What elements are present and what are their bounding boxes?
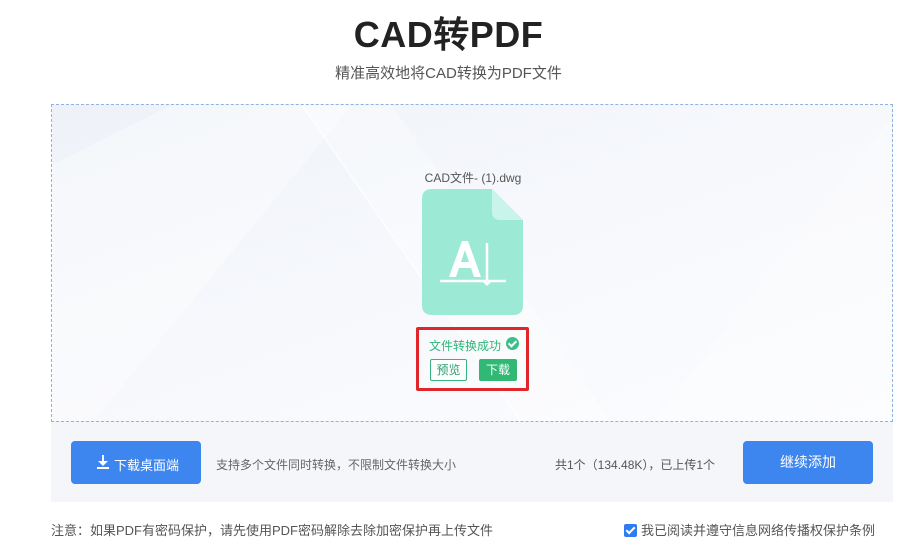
password-notice: 注意：如果PDF有密码保护，请先使用PDF密码解除去除加密保护再上传文件: [51, 523, 494, 538]
download-icon: [97, 455, 109, 469]
continue-adding-button[interactable]: 继续添加: [743, 441, 873, 484]
success-check-icon: [506, 337, 519, 350]
upload-summary: 共1个（134.48K），已上传1个: [555, 458, 716, 472]
agreement-checkbox[interactable]: [624, 524, 637, 537]
preview-button[interactable]: 预览: [430, 359, 467, 381]
agreement-label[interactable]: 我已阅读并遵守信息网络传播权保护条例: [641, 523, 875, 538]
download-desktop-button[interactable]: 下载桌面端: [71, 441, 201, 484]
agreement[interactable]: 我已阅读并遵守信息网络传播权保护条例: [624, 520, 875, 539]
download-button[interactable]: 下载: [479, 359, 517, 381]
action-bar: 下载桌面端 支持多个文件同时转换，不限制文件转换大小 共1个（134.48K），…: [51, 422, 893, 502]
cad-file-icon: [422, 189, 523, 315]
page-title: CAD转PDF: [353, 14, 544, 55]
upload-drop-zone[interactable]: CAD文件- (1).dwg 文件转换成功 预览 下载: [51, 104, 893, 422]
download-desktop-label: 下载桌面端: [114, 458, 180, 473]
file-name: CAD文件- (1).dwg: [424, 171, 522, 185]
page-subtitle: 精准高效地将CAD转换为PDF文件: [335, 65, 562, 82]
conversion-hint: 支持多个文件同时转换，不限制文件转换大小: [216, 458, 457, 472]
conversion-status: 文件转换成功: [429, 339, 502, 353]
conversion-result-panel: 文件转换成功 预览 下载: [416, 327, 529, 391]
